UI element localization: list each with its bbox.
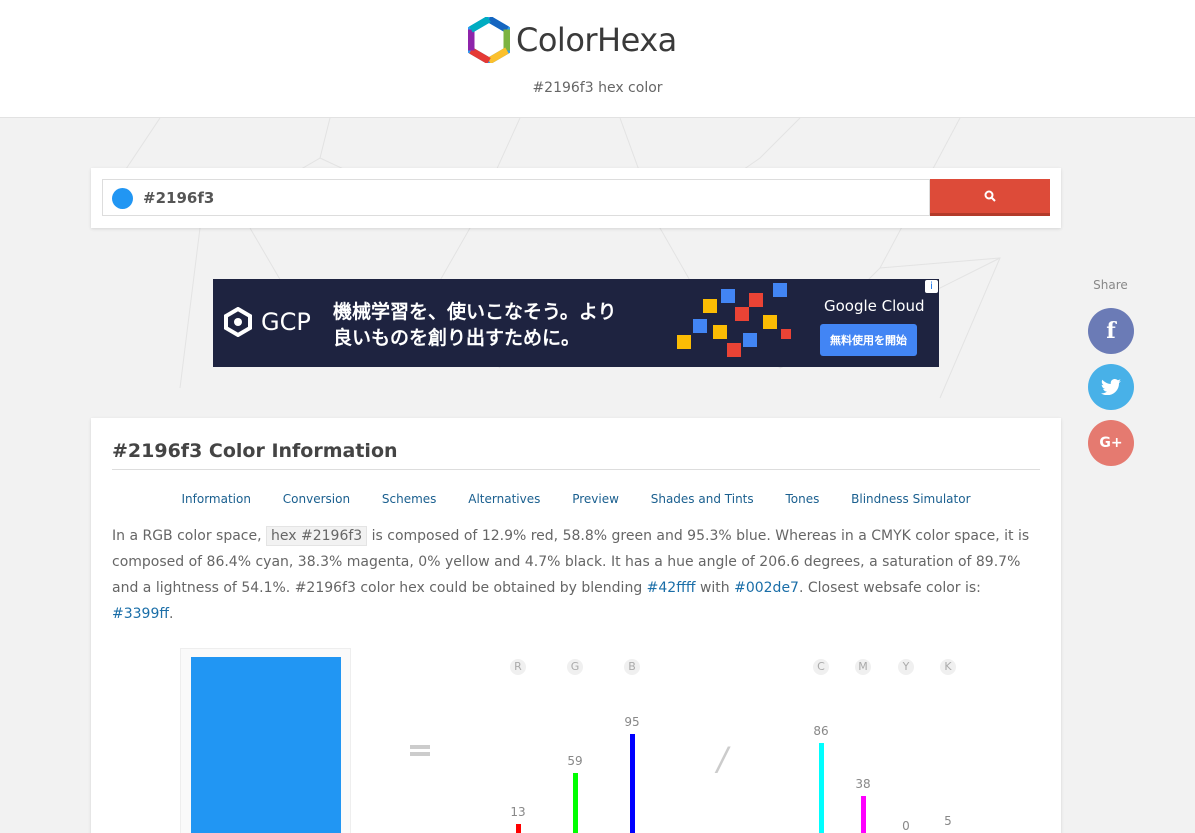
ad-copy-line2: 良いものを創り出すために。 <box>333 327 581 349</box>
cmyk-value-k: 5 <box>944 813 952 828</box>
search-button[interactable] <box>930 179 1050 216</box>
brand-part-color: Color <box>516 21 598 59</box>
googleplus-icon: G+ <box>1099 435 1123 451</box>
cmyk-label-k: K <box>940 659 956 675</box>
websafe-color-link[interactable]: #3399ff <box>112 606 169 622</box>
blend-color-link-2[interactable]: #002de7 <box>734 580 799 596</box>
cmyk-value-m: 38 <box>855 777 871 792</box>
ad-gcp-logo: GCP <box>223 307 311 337</box>
search-card <box>91 168 1061 228</box>
twitter-icon <box>1101 379 1121 395</box>
ad-info-icon[interactable]: i <box>925 280 938 293</box>
rgb-value-b: 95 <box>624 714 640 729</box>
blend-color-link-1[interactable]: #42ffff <box>647 580 696 596</box>
tab-shades-and-tints[interactable]: Shades and Tints <box>651 492 754 506</box>
hexagon-logo-icon <box>468 17 510 63</box>
share-label: Share <box>1093 278 1128 292</box>
color-preview-swatch <box>191 657 341 833</box>
cmyk-label-y: Y <box>898 659 914 675</box>
ad-google-cloud: Google Cloud <box>824 297 925 315</box>
section-tabs: Information Conversion Schemes Alternati… <box>91 492 1061 506</box>
colorhexa-logo[interactable]: ColorHexa <box>468 16 677 64</box>
facebook-share-button[interactable]: f <box>1088 308 1134 354</box>
facebook-icon: f <box>1106 318 1116 344</box>
tab-blindness-simulator[interactable]: Blindness Simulator <box>851 492 970 506</box>
site-header: ColorHexa #2196f3 hex color <box>0 0 1195 118</box>
twitter-share-button[interactable] <box>1088 364 1134 410</box>
rgb-label-r: R <box>510 659 526 675</box>
rgb-label-g: G <box>567 659 583 675</box>
advertisement-banner[interactable]: GCP 機械学習を、使いこなそう。より 良いものを創り出すために。 Google… <box>213 279 939 367</box>
ad-copy: 機械学習を、使いこなそう。より 良いものを創り出すために。 <box>333 299 616 351</box>
googleplus-share-button[interactable]: G+ <box>1088 420 1134 466</box>
color-description: In a RGB color space, hex #2196f3 is com… <box>112 523 1042 627</box>
section-title: #2196f3 Color Information <box>112 440 398 462</box>
tab-schemes[interactable]: Schemes <box>382 492 437 506</box>
ad-cubes-graphic <box>677 283 791 357</box>
cmyk-label-m: M <box>855 659 871 675</box>
search-icon <box>984 190 996 202</box>
tab-preview[interactable]: Preview <box>572 492 619 506</box>
cmyk-value-y: 0 <box>902 819 910 833</box>
brand-part-hexa: Hexa <box>597 21 677 59</box>
cmyk-value-c: 86 <box>813 724 829 739</box>
color-information-card: #2196f3 Color Information Information Co… <box>91 418 1061 833</box>
cmyk-bar-c <box>819 743 824 833</box>
color-search-input[interactable] <box>143 180 923 215</box>
desc-text: . Closest websafe color is: <box>798 580 981 596</box>
rgb-bar-b <box>630 733 635 833</box>
cmyk-bar-m <box>861 796 866 833</box>
hex-code: hex #2196f3 <box>266 526 368 546</box>
rgb-bar-g <box>573 773 578 833</box>
ad-brand: GCP <box>261 308 311 336</box>
rgb-bar-r <box>516 823 521 833</box>
color-swatch-dot <box>112 188 133 209</box>
brand-name: ColorHexa <box>516 21 677 59</box>
rgb-value-g: 59 <box>567 754 583 769</box>
tab-conversion[interactable]: Conversion <box>283 492 350 506</box>
equals-sign <box>410 745 430 759</box>
rgb-value-r: 13 <box>510 804 526 819</box>
cmyk-label-c: C <box>813 659 829 675</box>
page-subtitle: #2196f3 hex color <box>532 80 663 96</box>
rgb-label-b: B <box>624 659 640 675</box>
tab-information[interactable]: Information <box>182 492 251 506</box>
background-pattern <box>119 118 1001 399</box>
desc-text: In a RGB color space, <box>112 528 267 544</box>
title-divider <box>112 469 1040 470</box>
slash-divider: / <box>717 740 728 778</box>
ad-cta-button[interactable]: 無料使用を開始 <box>820 324 917 356</box>
tab-tones[interactable]: Tones <box>785 492 819 506</box>
desc-text: with <box>695 580 735 596</box>
search-box <box>102 179 930 216</box>
gcp-hexagon-icon <box>224 307 252 337</box>
tab-alternatives[interactable]: Alternatives <box>468 492 540 506</box>
color-preview-frame <box>180 648 351 833</box>
desc-text: . <box>169 606 174 622</box>
ad-copy-line1: 機械学習を、使いこなそう。より <box>333 301 617 323</box>
